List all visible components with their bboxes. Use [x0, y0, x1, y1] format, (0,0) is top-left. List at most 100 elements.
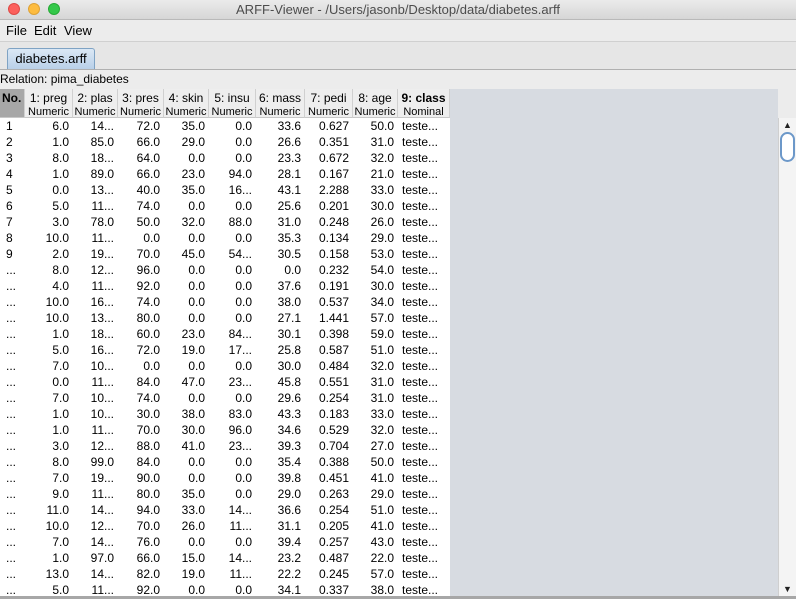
table-cell[interactable]: 0.351: [305, 134, 353, 150]
scrollbar-thumb[interactable]: [780, 132, 795, 162]
table-cell[interactable]: 7.0: [25, 390, 73, 406]
table-cell[interactable]: 0.0: [164, 198, 209, 214]
table-cell[interactable]: 23.3: [256, 150, 305, 166]
table-cell[interactable]: 11...: [73, 486, 118, 502]
table-cell[interactable]: 14...: [73, 502, 118, 518]
table-cell[interactable]: 0.627: [305, 118, 353, 134]
table-cell[interactable]: 30.0: [164, 422, 209, 438]
table-cell[interactable]: 16...: [73, 342, 118, 358]
table-cell[interactable]: 0.0: [164, 262, 209, 278]
table-row[interactable]: ... 10.0 12... 70.0 26.0 11... 31.1 0.205 41.0 te…: [0, 518, 450, 534]
table-cell[interactable]: teste...: [398, 198, 450, 214]
table-cell[interactable]: 50.0: [353, 118, 398, 134]
table-cell[interactable]: 16...: [73, 294, 118, 310]
table-cell[interactable]: teste...: [398, 182, 450, 198]
table-cell[interactable]: 41.0: [353, 470, 398, 486]
table-cell[interactable]: 0.0: [209, 486, 256, 502]
table-cell[interactable]: 32.0: [353, 422, 398, 438]
table-cell[interactable]: 0.0: [164, 230, 209, 246]
row-number[interactable]: 5: [0, 182, 25, 198]
table-cell[interactable]: 72.0: [118, 342, 164, 358]
table-cell[interactable]: 0.0: [209, 278, 256, 294]
table-cell[interactable]: 30.0: [353, 278, 398, 294]
table-cell[interactable]: 0.0: [209, 150, 256, 166]
column-header[interactable]: 6: mass Numeric: [256, 89, 305, 118]
table-cell[interactable]: 33.0: [164, 502, 209, 518]
row-number[interactable]: ...: [0, 262, 25, 278]
table-cell[interactable]: 0.672: [305, 150, 353, 166]
table-cell[interactable]: 0.0: [209, 454, 256, 470]
table-cell[interactable]: 1.0: [25, 550, 73, 566]
table-row[interactable]: ... 8.0 12... 96.0 0.0 0.0 0.0 0.232 54.0 teste..…: [0, 262, 450, 278]
table-cell[interactable]: 11...: [209, 518, 256, 534]
table-cell[interactable]: teste...: [398, 566, 450, 582]
table-row[interactable]: ... 10.0 16... 74.0 0.0 0.0 38.0 0.537 34.0 teste…: [0, 294, 450, 310]
table-cell[interactable]: 84.0: [118, 454, 164, 470]
table-cell[interactable]: 19...: [73, 246, 118, 262]
table-cell[interactable]: 90.0: [118, 470, 164, 486]
table-cell[interactable]: 43.3: [256, 406, 305, 422]
table-cell[interactable]: 34.0: [353, 294, 398, 310]
table-cell[interactable]: 39.4: [256, 534, 305, 550]
row-number[interactable]: 3: [0, 150, 25, 166]
table-cell[interactable]: 0.0: [164, 358, 209, 374]
table-cell[interactable]: 0.134: [305, 230, 353, 246]
table-cell[interactable]: 0.0: [164, 454, 209, 470]
table-cell[interactable]: 96.0: [209, 422, 256, 438]
table-cell[interactable]: 31.0: [256, 214, 305, 230]
table-cell[interactable]: 54.0: [353, 262, 398, 278]
table-cell[interactable]: 53.0: [353, 246, 398, 262]
table-cell[interactable]: 35.0: [164, 486, 209, 502]
table-cell[interactable]: 18...: [73, 150, 118, 166]
table-cell[interactable]: 31.0: [353, 134, 398, 150]
column-header[interactable]: 4: skin Numeric: [164, 89, 209, 118]
table-cell[interactable]: 32.0: [164, 214, 209, 230]
table-cell[interactable]: 45.8: [256, 374, 305, 390]
row-number[interactable]: ...: [0, 438, 25, 454]
row-number[interactable]: ...: [0, 470, 25, 486]
menu-view[interactable]: View: [64, 23, 92, 38]
column-header[interactable]: 3: pres Numeric: [118, 89, 164, 118]
table-cell[interactable]: 31.1: [256, 518, 305, 534]
column-header[interactable]: 2: plas Numeric: [73, 89, 118, 118]
row-number[interactable]: 9: [0, 246, 25, 262]
row-number[interactable]: ...: [0, 390, 25, 406]
table-cell[interactable]: 14...: [209, 550, 256, 566]
table-cell[interactable]: 88.0: [118, 438, 164, 454]
table-cell[interactable]: 0.0: [209, 534, 256, 550]
table-cell[interactable]: teste...: [398, 470, 450, 486]
table-cell[interactable]: 82.0: [118, 566, 164, 582]
table-cell[interactable]: 16...: [209, 182, 256, 198]
table-cell[interactable]: 12...: [73, 262, 118, 278]
table-cell[interactable]: 84...: [209, 326, 256, 342]
table-cell[interactable]: teste...: [398, 214, 450, 230]
table-cell[interactable]: teste...: [398, 486, 450, 502]
table-cell[interactable]: 38.0: [256, 294, 305, 310]
table-cell[interactable]: teste...: [398, 390, 450, 406]
table-row[interactable]: ... 11.0 14... 94.0 33.0 14... 36.6 0.254 51.0 te…: [0, 502, 450, 518]
table-cell[interactable]: 1.0: [25, 326, 73, 342]
column-header[interactable]: 1: preg Numeric: [25, 89, 73, 118]
table-cell[interactable]: 0.0: [118, 230, 164, 246]
table-cell[interactable]: 0.0: [209, 262, 256, 278]
table-cell[interactable]: 0.0: [164, 470, 209, 486]
table-cell[interactable]: 0.484: [305, 358, 353, 374]
table-cell[interactable]: 8.0: [25, 150, 73, 166]
table-cell[interactable]: 29.0: [353, 486, 398, 502]
table-cell[interactable]: 41.0: [353, 518, 398, 534]
table-cell[interactable]: 0.388: [305, 454, 353, 470]
table-cell[interactable]: 33.6: [256, 118, 305, 134]
table-cell[interactable]: 0.0: [209, 198, 256, 214]
table-cell[interactable]: 14...: [73, 118, 118, 134]
row-number[interactable]: 8: [0, 230, 25, 246]
table-cell[interactable]: 92.0: [118, 278, 164, 294]
table-cell[interactable]: 70.0: [118, 246, 164, 262]
table-cell[interactable]: 57.0: [353, 310, 398, 326]
table-cell[interactable]: 13...: [73, 310, 118, 326]
table-cell[interactable]: teste...: [398, 518, 450, 534]
table-cell[interactable]: 74.0: [118, 390, 164, 406]
row-number[interactable]: 6: [0, 198, 25, 214]
table-cell[interactable]: 7.0: [25, 470, 73, 486]
table-cell[interactable]: 10.0: [25, 518, 73, 534]
table-cell[interactable]: teste...: [398, 374, 450, 390]
